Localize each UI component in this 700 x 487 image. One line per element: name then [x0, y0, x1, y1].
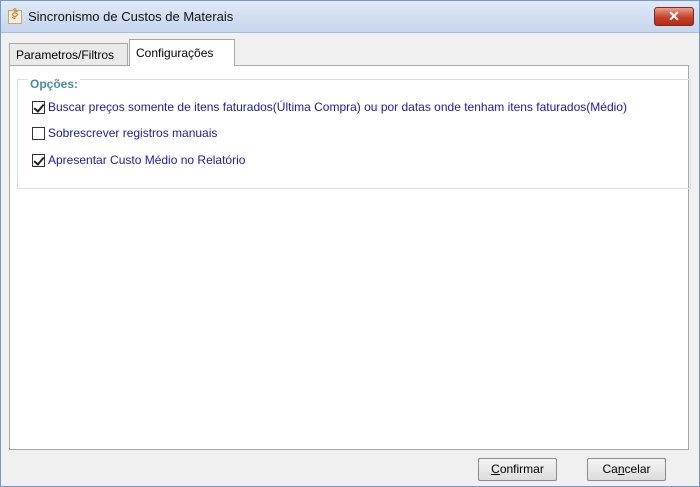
option-buscar-precos-label[interactable]: Buscar preços somente de itens faturados… — [48, 100, 627, 114]
cancel-label-rest: celar — [624, 462, 651, 476]
option-custo-medio-label[interactable]: Apresentar Custo Médio no Relatório — [48, 153, 245, 167]
tab-parametros-filtros[interactable]: Parametros/Filtros — [9, 43, 128, 65]
title-bar[interactable]: ꀅ Sincronismo de Custos de Materais ✕ — [1, 1, 699, 33]
option-sobrescrever-registros[interactable]: Sobrescrever registros manuais — [32, 125, 217, 141]
option-sobrescrever-registros-label[interactable]: Sobrescrever registros manuais — [48, 126, 217, 140]
option-buscar-precos-checkbox[interactable] — [32, 100, 45, 114]
tab-configuracoes[interactable]: Configurações — [129, 39, 235, 66]
option-sobrescrever-registros-checkbox[interactable] — [32, 126, 45, 140]
cancel-mnemonic: n — [617, 462, 625, 476]
option-buscar-precos[interactable]: Buscar preços somente de itens faturados… — [32, 99, 627, 115]
option-custo-medio-checkbox[interactable] — [32, 153, 45, 167]
cancel-label-before: Ca — [602, 462, 618, 476]
option-custo-medio[interactable]: Apresentar Custo Médio no Relatório — [32, 152, 245, 168]
window-title: Sincronismo de Custos de Materais — [28, 9, 234, 24]
confirm-mnemonic: C — [491, 462, 500, 476]
options-group: Opções: Buscar preços somente de itens f… — [17, 77, 691, 189]
tab-panel-configuracoes: Opções: Buscar preços somente de itens f… — [9, 65, 691, 450]
confirm-button[interactable]: Confirmar — [478, 458, 557, 481]
app-icon-glyph: ꀅ — [11, 11, 19, 22]
options-group-title: Opções: — [28, 77, 81, 91]
dialog-window: ꀅ Sincronismo de Custos de Materais ✕ Pa… — [0, 0, 700, 487]
close-button[interactable]: ✕ — [654, 7, 694, 26]
close-icon: ✕ — [668, 8, 680, 24]
cancel-button[interactable]: Cancelar — [587, 458, 666, 481]
confirm-label-rest: onfirmar — [499, 462, 544, 476]
app-logo-icon: ꀅ — [8, 10, 22, 24]
tab-strip: Parametros/Filtros Configurações — [9, 39, 689, 66]
